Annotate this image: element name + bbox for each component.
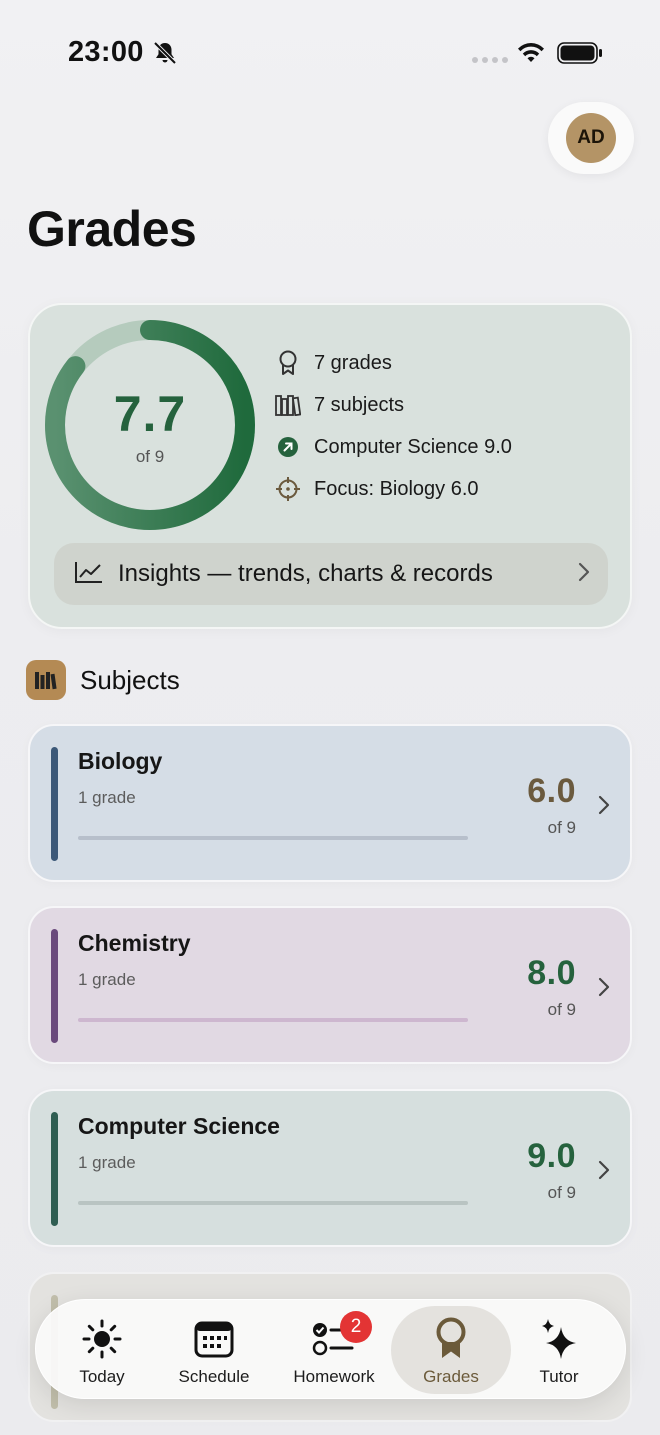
- sparkles-icon: [537, 1317, 581, 1361]
- crosshair-icon: [274, 475, 302, 503]
- subject-color-stripe: [51, 1112, 58, 1226]
- stat-grades-count: 7 grades: [274, 349, 392, 377]
- subject-name: Biology: [78, 748, 163, 774]
- homework-badge: 2: [340, 1311, 372, 1343]
- tab-schedule[interactable]: Schedule: [156, 1300, 272, 1400]
- subject-score: 6.0: [527, 772, 576, 810]
- ribbon-icon: [429, 1317, 473, 1361]
- line-chart-icon: [74, 560, 104, 589]
- chevron-right-icon: [598, 795, 610, 820]
- subject-score: 8.0: [527, 954, 576, 992]
- stat-focus-subject: Focus: Biology 6.0: [274, 475, 479, 503]
- tab-tutor[interactable]: Tutor: [506, 1300, 612, 1400]
- tab-bar: Today Schedule 2 Homework Grades Tutor: [35, 1299, 626, 1399]
- checklist-icon: 2: [312, 1311, 372, 1361]
- section-title: Subjects: [80, 664, 180, 695]
- chevron-right-icon: [598, 1160, 610, 1185]
- subject-grade-count: 1 grade: [78, 970, 136, 989]
- subject-grade-count: 1 grade: [78, 1153, 136, 1172]
- chevron-right-icon: [598, 977, 610, 1002]
- sun-icon: [80, 1317, 124, 1361]
- subject-progress-track: [78, 1018, 468, 1022]
- chevron-right-icon: [578, 562, 590, 587]
- profile-button[interactable]: AD: [548, 102, 634, 174]
- stat-best-subject: Computer Science 9.0: [274, 433, 512, 461]
- subject-card-biology[interactable]: Biology 1 grade 6.0 of 9: [28, 724, 632, 882]
- status-time: 23:00: [68, 36, 144, 68]
- cellular-signal-icon: [472, 57, 508, 63]
- insights-label: Insights — trends, charts & records: [118, 560, 493, 587]
- subject-score-scale: of 9: [547, 818, 576, 837]
- status-bar: 23:00: [0, 0, 660, 100]
- subject-grade-count: 1 grade: [78, 788, 136, 807]
- subject-color-stripe: [51, 747, 58, 861]
- calendar-icon: [192, 1317, 236, 1361]
- stat-subjects-count: 7 subjects: [274, 391, 404, 419]
- tab-homework[interactable]: 2 Homework: [276, 1300, 392, 1400]
- wifi-icon: [518, 43, 544, 62]
- subject-color-stripe: [51, 929, 58, 1043]
- insights-button[interactable]: Insights — trends, charts & records: [54, 543, 608, 605]
- avatar: AD: [566, 113, 616, 163]
- tab-today[interactable]: Today: [44, 1300, 160, 1400]
- ribbon-icon: [274, 349, 302, 377]
- average-grade-value: 7.7: [113, 386, 187, 442]
- subject-card-chemistry[interactable]: Chemistry 1 grade 8.0 of 9: [28, 906, 632, 1064]
- subjects-section-header: Subjects: [26, 660, 180, 700]
- subject-progress-track: [78, 836, 468, 840]
- battery-icon: [557, 42, 602, 64]
- subject-score-scale: of 9: [547, 1183, 576, 1202]
- subject-name: Computer Science: [78, 1113, 280, 1139]
- bell-slash-icon: [153, 41, 177, 65]
- books-icon: [26, 660, 66, 700]
- subject-name: Chemistry: [78, 930, 191, 956]
- subject-score-scale: of 9: [547, 1000, 576, 1019]
- subject-card-computer-science[interactable]: Computer Science 1 grade 9.0 of 9: [28, 1089, 632, 1247]
- subject-score: 9.0: [527, 1137, 576, 1175]
- page-title: Grades: [27, 201, 197, 257]
- tab-grades[interactable]: Grades: [391, 1306, 511, 1394]
- average-grade-scale: of 9: [135, 447, 165, 466]
- subject-progress-track: [78, 1201, 468, 1205]
- grades-summary-card: 7.7 of 9 7 grades 7 subjects Computer Sc…: [28, 303, 632, 629]
- books-icon: [274, 391, 302, 419]
- arrow-up-right-icon: [274, 433, 302, 461]
